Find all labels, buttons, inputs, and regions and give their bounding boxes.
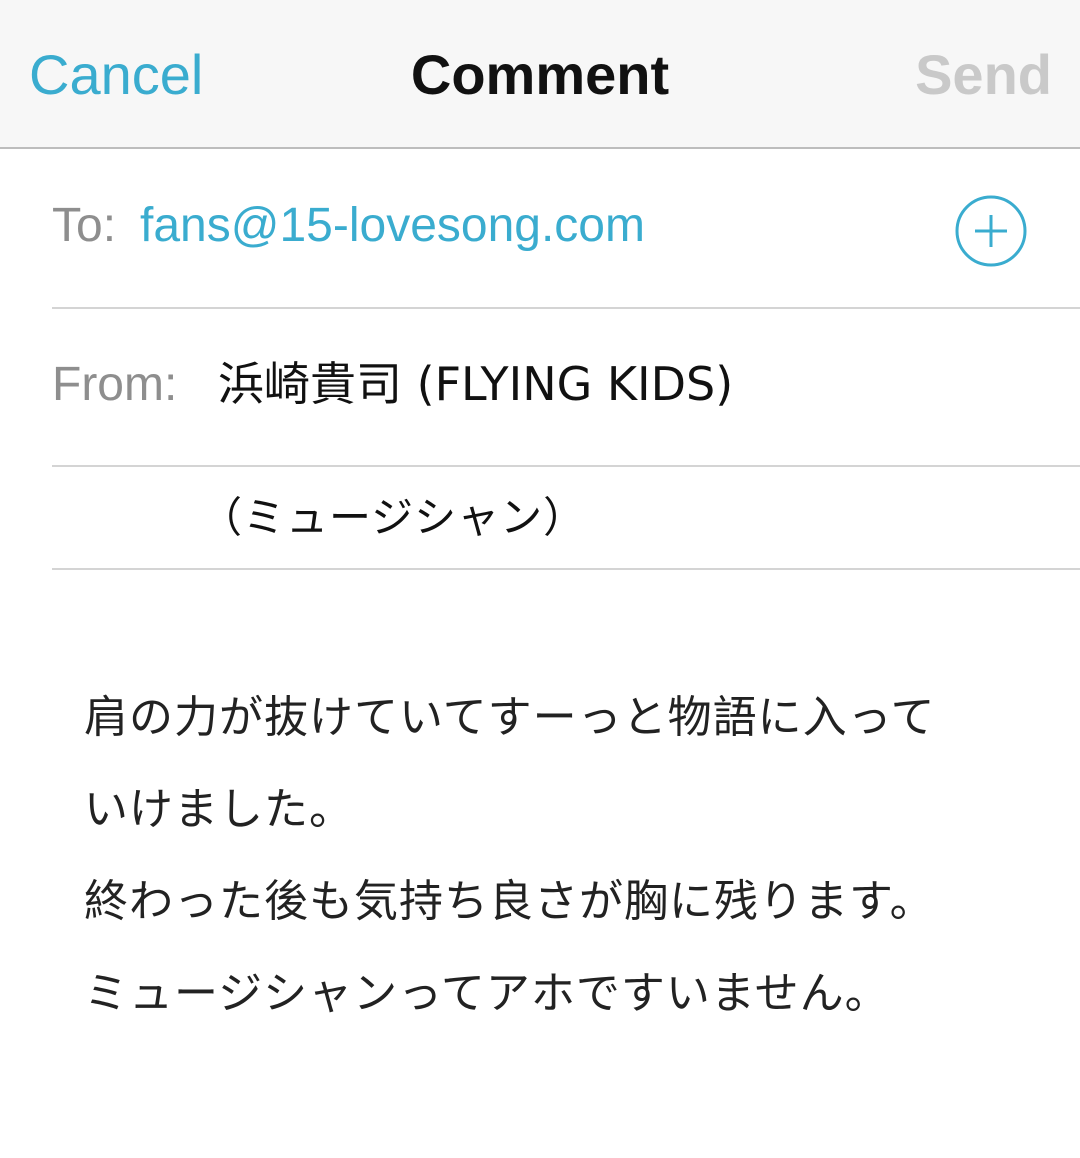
plus-circle-icon bbox=[955, 195, 1027, 267]
divider-header bbox=[52, 568, 1080, 570]
message-line: 終わった後も気持ち良さが胸に残ります。 bbox=[84, 876, 935, 927]
message-line: ミュージシャンってアホですいません。 bbox=[84, 968, 890, 1019]
message-line: いけました。 bbox=[84, 784, 354, 835]
message-body[interactable]: 肩の力が抜けていてすーっと物語に入って いけました。 終わった後も気持ち良さが胸… bbox=[84, 672, 1044, 1040]
send-button[interactable]: Send bbox=[915, 40, 1052, 110]
to-label: To: bbox=[52, 199, 117, 252]
sender-role: （ミュージシャン） bbox=[200, 493, 587, 542]
compose-comment-screen: Cancel Comment Send To: fans@15-lovesong… bbox=[0, 0, 1080, 1158]
navigation-bar: Cancel Comment Send bbox=[0, 0, 1080, 149]
add-recipient-button[interactable] bbox=[955, 195, 1027, 267]
from-sender-field[interactable]: 浜崎貴司 (FLYING KIDS) bbox=[218, 352, 733, 416]
to-recipient-field[interactable]: fans@15-lovesong.com bbox=[140, 196, 645, 256]
message-line: 肩の力が抜けていてすーっと物語に入って bbox=[84, 692, 936, 743]
divider-to bbox=[52, 307, 1080, 309]
divider-from bbox=[52, 465, 1080, 467]
cancel-button[interactable]: Cancel bbox=[29, 40, 203, 110]
from-label: From: bbox=[52, 358, 178, 411]
